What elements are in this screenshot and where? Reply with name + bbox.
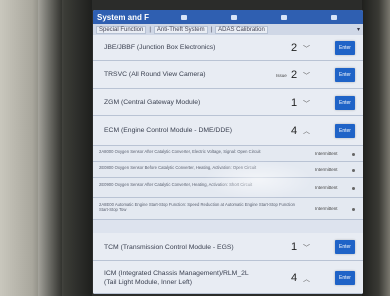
chevron-down-icon[interactable]: ﹀ bbox=[303, 44, 310, 54]
chevron-down-icon[interactable]: ﹀ bbox=[303, 243, 310, 253]
tab-special-function[interactable]: Special Function bbox=[96, 25, 147, 34]
title-bar: System and F bbox=[93, 10, 363, 24]
tablet-bezel-left bbox=[0, 0, 92, 296]
module-name: TRSVC (All Round View Camera) bbox=[104, 71, 206, 78]
fault-status: Intermittent bbox=[315, 167, 338, 172]
dropdown-icon[interactable]: ▾ bbox=[357, 26, 360, 33]
window-title: System and F bbox=[97, 12, 150, 22]
fault-row[interactable]: 2E0800 Oxygen Sensor Before Catalytic Co… bbox=[93, 162, 363, 178]
module-row[interactable]: TCM (Transmission Control Module - EGS) … bbox=[93, 233, 363, 261]
fault-description: 2E0900 Oxygen Sensor After Catalytic Con… bbox=[99, 182, 253, 187]
enter-button[interactable]: Enter bbox=[335, 68, 355, 82]
fault-status: Intermittent bbox=[315, 206, 338, 211]
tab-adas-calibration[interactable]: ADAS Calibration bbox=[215, 25, 268, 34]
module-name: TCM (Transmission Control Module - EGS) bbox=[104, 244, 234, 251]
fault-count: 1 bbox=[291, 97, 298, 109]
menu-icon[interactable] bbox=[230, 14, 237, 20]
module-row[interactable]: JBE/JBBF (Junction Box Electronics) 2 ﹀ … bbox=[93, 35, 363, 61]
module-row-expanded[interactable]: ECM (Engine Control Module - DME/DDE) 4 … bbox=[93, 116, 363, 146]
fault-description: 2A8000 Oxygen Sensor After Catalytic Con… bbox=[99, 149, 261, 154]
module-name: ZGM (Central Gateway Module) bbox=[104, 99, 201, 106]
fault-status: Intermittent bbox=[315, 185, 338, 190]
module-row[interactable]: ICM (Integrated Chassis Management)/RLM_… bbox=[93, 261, 363, 294]
app-screen: System and F Special Function | Anti-The… bbox=[93, 10, 363, 294]
tablet-bezel-right bbox=[362, 0, 390, 296]
enter-button[interactable]: Enter bbox=[335, 96, 355, 110]
chevron-up-icon[interactable]: ︿ bbox=[303, 126, 310, 136]
info-icon[interactable] bbox=[352, 208, 355, 211]
module-name-line-2: (Tail Light Module, Inner Left) bbox=[104, 279, 193, 286]
fault-count: 1 bbox=[291, 241, 298, 253]
enter-button[interactable]: Enter bbox=[335, 240, 355, 254]
info-icon[interactable] bbox=[352, 187, 355, 190]
enter-button[interactable]: Enter bbox=[335, 124, 355, 138]
fault-status: Intermittent bbox=[315, 151, 338, 156]
fault-count: 4 bbox=[291, 125, 298, 137]
print-icon[interactable] bbox=[280, 14, 287, 20]
fault-description: 2E0800 Oxygen Sensor Before Catalytic Co… bbox=[99, 165, 257, 170]
fault-count: 4 bbox=[291, 272, 298, 284]
module-note: Issue bbox=[276, 73, 287, 78]
fault-row[interactable]: 2A8000 Oxygen Sensor After Catalytic Con… bbox=[93, 146, 363, 162]
module-row[interactable]: TRSVC (All Round View Camera) Issue 2 ﹀ … bbox=[93, 61, 363, 89]
home-icon[interactable] bbox=[181, 14, 187, 20]
enter-button[interactable]: Enter bbox=[335, 271, 355, 285]
module-name: JBE/JBBF (Junction Box Electronics) bbox=[104, 44, 216, 51]
tab-anti-theft[interactable]: Anti-Theft System bbox=[153, 25, 208, 34]
info-icon[interactable] bbox=[352, 169, 355, 172]
module-row[interactable]: ZGM (Central Gateway Module) 1 ﹀ Enter bbox=[93, 89, 363, 116]
enter-button[interactable]: Enter bbox=[335, 41, 355, 55]
fault-description: 2A8E00 Automatic Engine Start-Stop Funct… bbox=[99, 202, 295, 212]
info-icon[interactable] bbox=[352, 153, 355, 156]
chevron-up-icon[interactable]: ︿ bbox=[303, 274, 310, 284]
module-name: ECM (Engine Control Module - DME/DDE) bbox=[104, 127, 233, 134]
fault-row[interactable]: 2A8E00 Automatic Engine Start-Stop Funct… bbox=[93, 198, 363, 220]
fault-count: 2 bbox=[291, 42, 298, 54]
chevron-down-icon[interactable]: ﹀ bbox=[303, 99, 310, 109]
fault-count: 2 bbox=[291, 69, 298, 81]
close-icon[interactable] bbox=[330, 14, 337, 20]
module-name-line-1: ICM (Integrated Chassis Management)/RLM_… bbox=[104, 270, 249, 277]
chevron-down-icon[interactable]: ﹀ bbox=[303, 71, 310, 81]
fault-row[interactable]: 2E0900 Oxygen Sensor After Catalytic Con… bbox=[93, 178, 363, 198]
